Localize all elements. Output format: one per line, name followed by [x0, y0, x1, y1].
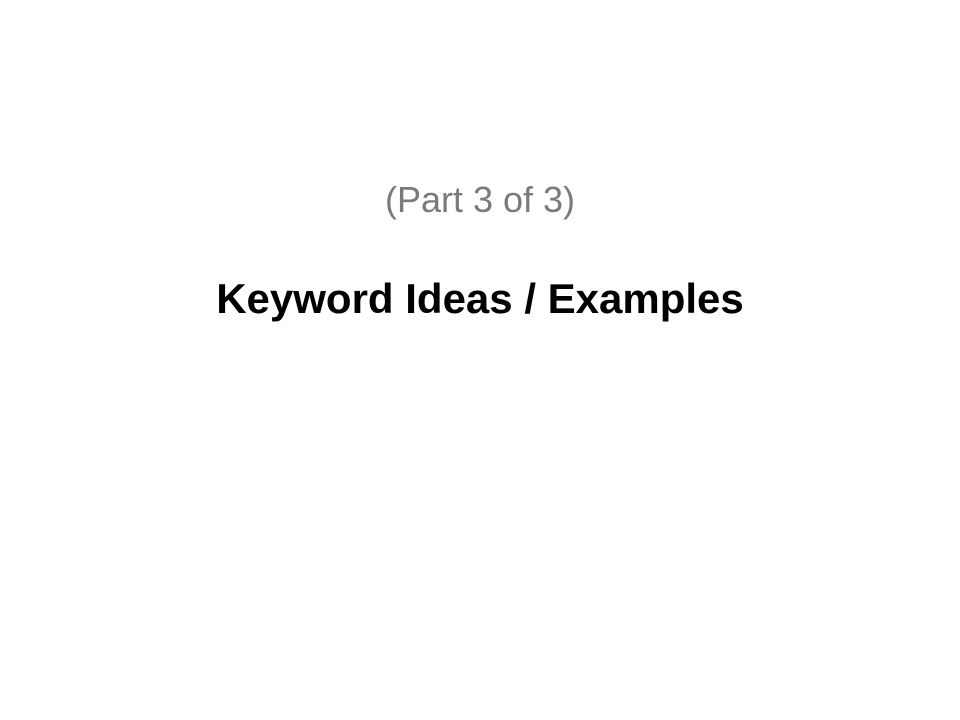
slide: (Part 3 of 3) Keyword Ideas / Examples: [0, 0, 960, 720]
slide-subtitle: (Part 3 of 3): [384, 179, 576, 220]
slide-title: Keyword Ideas / Examples: [216, 275, 744, 322]
